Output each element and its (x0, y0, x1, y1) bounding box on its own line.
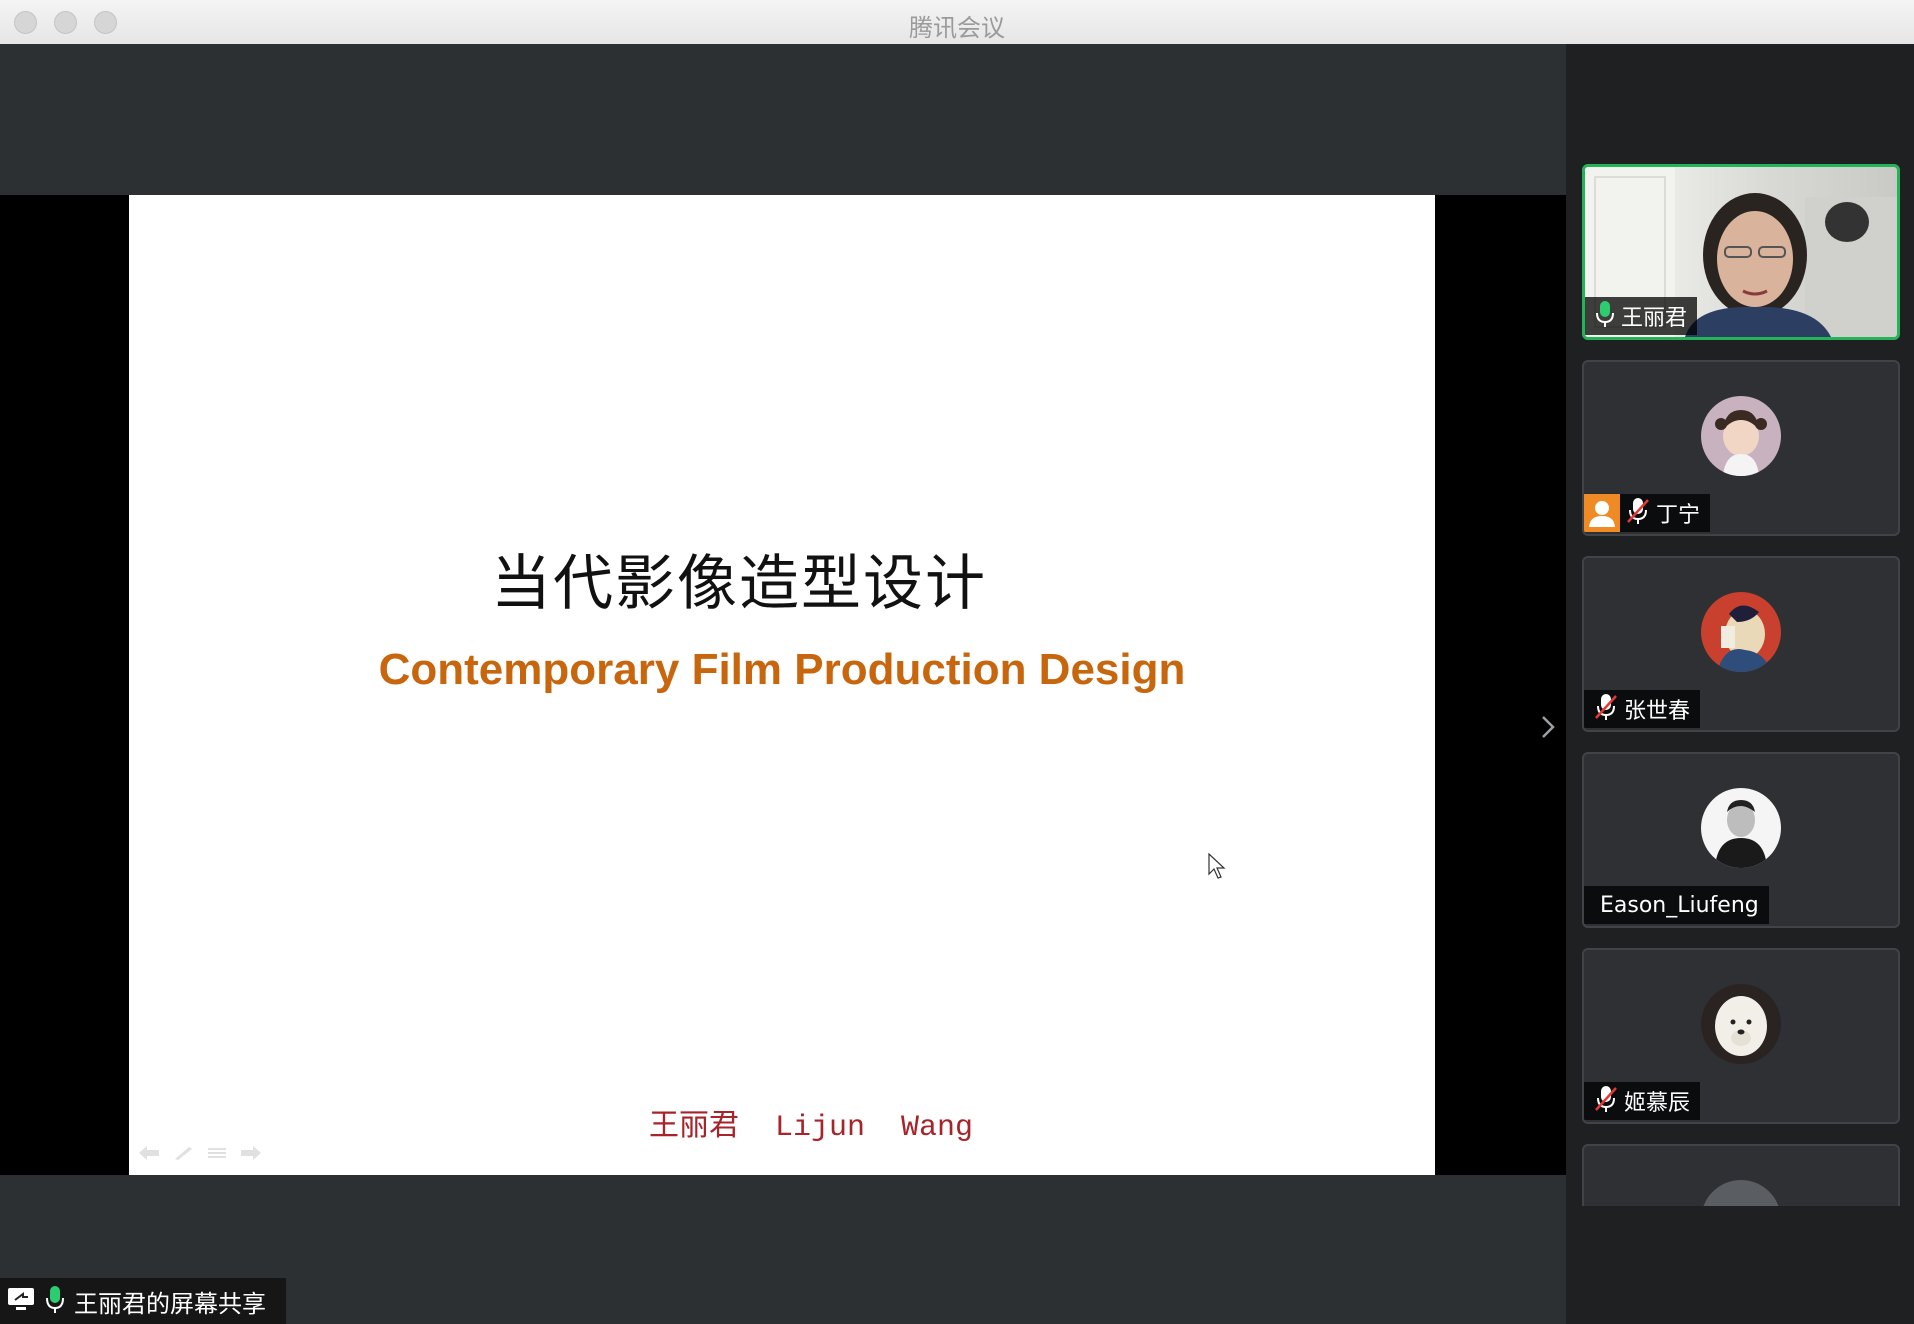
pen-icon[interactable] (173, 1145, 193, 1160)
participant-name-tag: Eason_Liufeng (1584, 886, 1769, 924)
participant-name-tag: 张世春 (1584, 690, 1701, 728)
window-title-bar: 腾讯会议 (0, 0, 1914, 45)
avatar (1701, 1180, 1781, 1206)
microphone-icon (1595, 300, 1615, 332)
slide-menu-icon[interactable] (207, 1145, 227, 1159)
participant-name: 张世春 (1624, 699, 1691, 724)
avatar (1701, 984, 1781, 1064)
participant-tile[interactable]: Eason_Liufeng (1582, 752, 1900, 928)
microphone-muted-icon (1594, 1085, 1618, 1117)
microphone-muted-icon (1626, 497, 1650, 529)
screen-share-icon (6, 1286, 36, 1316)
slide-nav-controls (139, 1145, 261, 1160)
window-title: 腾讯会议 (909, 14, 1005, 42)
avatar (1701, 396, 1781, 476)
previous-slide-icon[interactable] (139, 1145, 159, 1160)
participant-tile[interactable]: 丁宁 (1582, 360, 1900, 536)
mouse-pointer-icon (1208, 852, 1226, 883)
slide-author: 王丽君 Lijun Wang (649, 1111, 974, 1145)
user-icon (1584, 494, 1620, 532)
microphone-icon (44, 1284, 66, 1318)
participant-name: 王丽君 (1621, 306, 1688, 331)
participant-name-tag: 姬慕辰 (1584, 1082, 1701, 1120)
main-stage: 当代影像造型设计 Contemporary Film Production De… (0, 44, 1566, 1324)
participant-tile[interactable] (1582, 1144, 1900, 1206)
participant-name: 姬慕辰 (1624, 1091, 1691, 1116)
presentation-slide: 当代影像造型设计 Contemporary Film Production De… (129, 195, 1435, 1175)
screen-share-indicator: 王丽君的屏幕共享 (0, 1278, 286, 1324)
slide-title-chinese: 当代影像造型设计 (491, 549, 987, 619)
screen-share-label: 王丽君的屏幕共享 (74, 1289, 266, 1318)
next-slide-icon[interactable] (241, 1145, 261, 1160)
microphone-muted-icon (1594, 693, 1618, 725)
participant-name-tag: 王丽君 (1585, 297, 1698, 335)
shared-screen: 当代影像造型设计 Contemporary Film Production De… (0, 195, 1566, 1175)
participant-panel: 王丽君 丁宁 张世春 Eason_Liufeng 姬慕辰 (1566, 44, 1914, 1324)
participant-tile[interactable]: 姬慕辰 (1582, 948, 1900, 1124)
avatar (1701, 788, 1781, 868)
participant-name-tag: 丁宁 (1584, 494, 1711, 532)
participant-tile[interactable]: 张世春 (1582, 556, 1900, 732)
avatar (1701, 592, 1781, 672)
participant-name: 丁宁 (1656, 503, 1701, 528)
participant-name: Eason_Liufeng (1600, 892, 1759, 918)
participant-tile[interactable]: 王丽君 (1582, 164, 1900, 340)
slide-title-english: Contemporary Film Production Design (378, 645, 1186, 694)
chevron-right-icon[interactable] (1540, 714, 1556, 744)
